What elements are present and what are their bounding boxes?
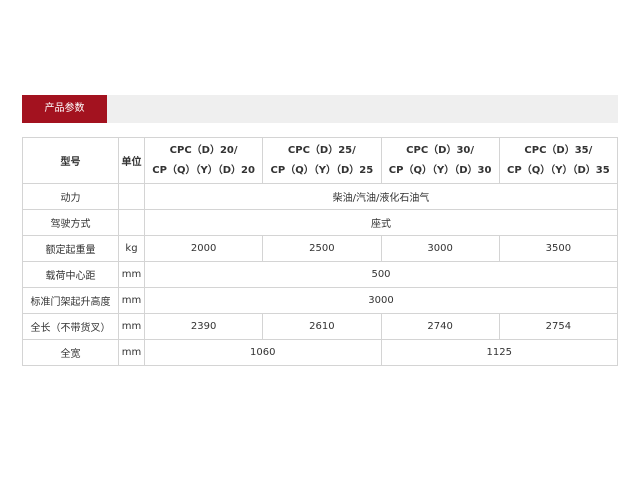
section-header-bar: 产品参数	[22, 95, 618, 123]
model-3-line2: CP（Q）（Y）（D）30	[388, 164, 492, 176]
row-value: 2610	[262, 313, 382, 340]
row-unit: kg	[118, 235, 145, 262]
row-label: 标准门架起升高度	[22, 287, 119, 314]
spec-table: 型号 单位 CPC（D）20/ CP（Q）（Y）（D）20 CPC（D）25/ …	[22, 137, 619, 366]
header-model-1: CPC（D）20/ CP（Q）（Y）（D）20	[143, 137, 264, 184]
row-label: 动力	[22, 183, 119, 210]
table-header-row: 型号 单位 CPC（D）20/ CP（Q）（Y）（D）20 CPC（D）25/ …	[22, 137, 619, 184]
row-value: 3000	[144, 287, 618, 314]
row-value: 3500	[498, 235, 619, 262]
model-4-line2: CP（Q）（Y）（D）35	[507, 164, 610, 176]
row-value: 1060	[144, 339, 382, 366]
header-model-2: CPC（D）25/ CP（Q）（Y）（D）25	[262, 137, 382, 184]
header-model-4: CPC（D）35/ CP（Q）（Y）（D）35	[498, 137, 619, 184]
model-3-line1: CPC（D）30/	[406, 144, 475, 156]
model-2-line1: CPC（D）25/	[287, 144, 356, 156]
row-unit: mm	[118, 313, 145, 340]
row-value: 3000	[380, 235, 500, 262]
table-row: 载荷中心距 mm 500	[22, 261, 618, 288]
header-model-3: CPC（D）30/ CP（Q）（Y）（D）30	[380, 137, 500, 184]
product-params-tab[interactable]: 产品参数	[22, 95, 107, 123]
table-row: 标准门架起升高度 mm 3000	[22, 287, 618, 314]
row-value: 1125	[380, 339, 618, 366]
row-value: 2754	[498, 313, 619, 340]
table-row: 全长（不带货叉） mm 2390 2610 2740 2754	[22, 313, 619, 340]
row-unit	[118, 209, 145, 236]
row-label: 全宽	[22, 339, 119, 366]
row-value: 柴油/汽油/液化石油气	[144, 183, 618, 210]
model-4-line1: CPC（D）35/	[524, 144, 593, 156]
row-value: 2000	[143, 235, 264, 262]
table-row: 驾驶方式 座式	[22, 209, 618, 236]
table-row: 动力 柴油/汽油/液化石油气	[22, 183, 618, 210]
row-unit	[118, 183, 145, 210]
row-label: 载荷中心距	[22, 261, 119, 288]
row-value: 500	[144, 261, 618, 288]
model-1-line2: CP（Q）（Y）（D）20	[152, 164, 255, 176]
row-label: 驾驶方式	[22, 209, 119, 236]
row-label: 全长（不带货叉）	[22, 313, 119, 340]
row-value: 2500	[262, 235, 382, 262]
row-unit: mm	[118, 339, 145, 366]
row-unit: mm	[118, 287, 145, 314]
row-label: 额定起重量	[22, 235, 119, 262]
row-value: 2390	[143, 313, 264, 340]
model-2-line2: CP（Q）（Y）（D）25	[270, 164, 374, 176]
row-value: 2740	[380, 313, 500, 340]
table-row: 额定起重量 kg 2000 2500 3000 3500	[22, 235, 619, 262]
header-unit-label: 单位	[118, 137, 145, 184]
table-row: 全宽 mm 1060 1125	[22, 339, 618, 366]
row-value: 座式	[144, 209, 618, 236]
row-unit: mm	[118, 261, 145, 288]
model-1-line1: CPC（D）20/	[169, 144, 238, 156]
header-model-label: 型号	[22, 137, 119, 184]
